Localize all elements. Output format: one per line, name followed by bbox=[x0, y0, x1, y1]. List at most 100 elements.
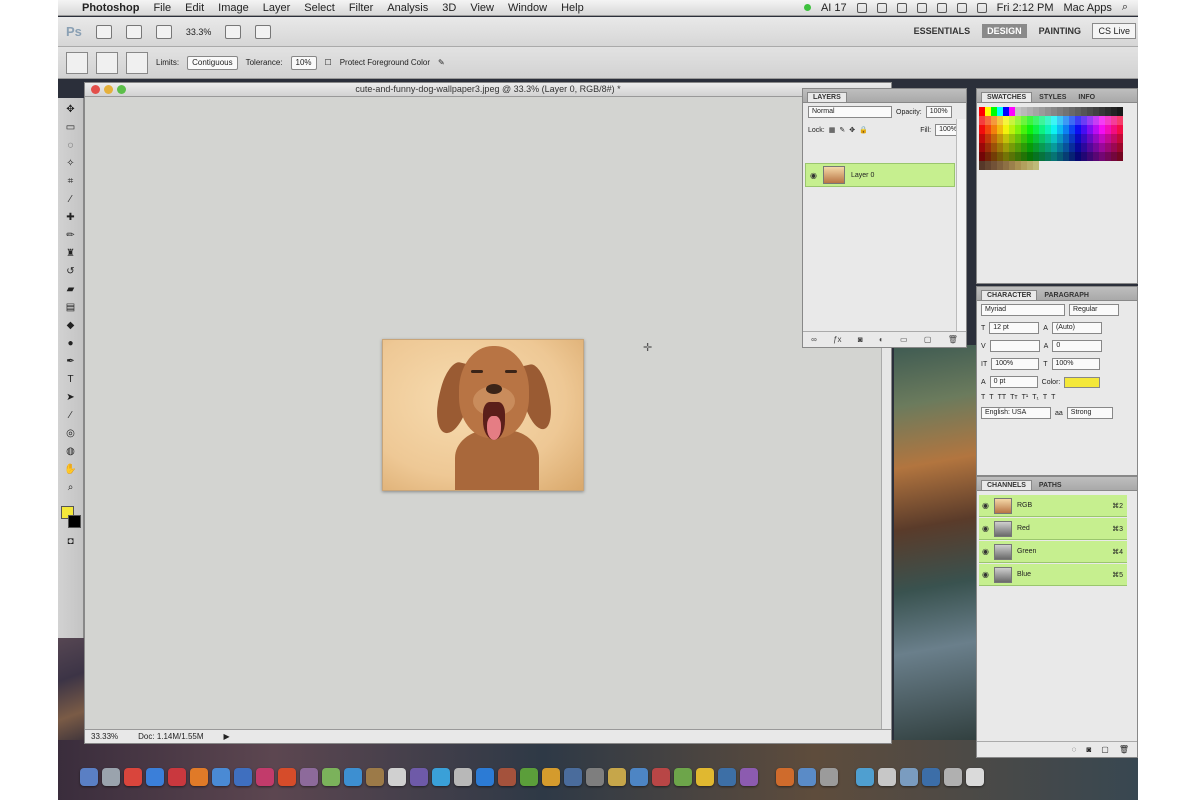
workspace-painting[interactable]: PAINTING bbox=[1039, 26, 1081, 36]
all-caps-icon[interactable]: TT bbox=[998, 394, 1007, 401]
screen-mode-button[interactable] bbox=[255, 24, 272, 39]
sampling-mode-buttons[interactable] bbox=[126, 51, 148, 74]
limits-select[interactable]: Contiguous bbox=[187, 55, 238, 70]
dock-app-icon[interactable] bbox=[564, 768, 582, 786]
dock-app-icon[interactable] bbox=[674, 768, 692, 786]
dock-app-icon[interactable] bbox=[944, 768, 962, 786]
view-extras-button[interactable] bbox=[155, 24, 172, 39]
vertical-scale-input[interactable]: 100% bbox=[991, 358, 1040, 370]
protect-foreground-checkbox[interactable]: ☐ bbox=[325, 58, 332, 67]
load-channel-selection-icon[interactable]: ◌ bbox=[1072, 745, 1077, 754]
dock-app-icon[interactable] bbox=[234, 768, 252, 786]
background-eraser-tool-icon[interactable]: ▰ bbox=[64, 284, 78, 296]
menu-help[interactable]: Help bbox=[561, 2, 584, 14]
mini-bridge-button[interactable] bbox=[125, 24, 142, 39]
blend-mode-select[interactable]: Normal bbox=[808, 106, 892, 118]
path-selection-tool-icon[interactable]: ➤ bbox=[64, 392, 78, 404]
lasso-tool-icon[interactable]: ◌ bbox=[64, 140, 78, 152]
dock-app-icon[interactable] bbox=[608, 768, 626, 786]
dock-app-icon[interactable] bbox=[168, 768, 186, 786]
channel-visibility-eye-icon[interactable]: ◉ bbox=[982, 501, 989, 510]
pen-tool-icon[interactable]: ✒ bbox=[64, 356, 78, 368]
quick-mask-icon[interactable]: ◘ bbox=[64, 536, 78, 548]
menubar-clock[interactable]: Fri 2:12 PM bbox=[997, 2, 1054, 14]
swatch-cell[interactable] bbox=[1117, 152, 1123, 161]
font-size-select[interactable]: 12 pt bbox=[989, 322, 1040, 334]
lock-image-icon[interactable]: ✎ bbox=[839, 126, 845, 134]
underline-icon[interactable]: T bbox=[1043, 394, 1047, 401]
dock-app-icon[interactable] bbox=[498, 768, 516, 786]
superscript-icon[interactable]: T¹ bbox=[1022, 394, 1029, 401]
workspace-design[interactable]: DESIGN bbox=[982, 24, 1027, 38]
menu-3d[interactable]: 3D bbox=[442, 2, 456, 14]
brush-preset-picker[interactable] bbox=[96, 51, 118, 74]
channel-row-red[interactable]: ◉ Red ⌘3 bbox=[979, 518, 1127, 540]
layers-scrollbar[interactable] bbox=[956, 119, 966, 331]
menu-layer[interactable]: Layer bbox=[263, 2, 291, 14]
dock-app-icon[interactable] bbox=[922, 768, 940, 786]
marquee-tool-icon[interactable]: ▭ bbox=[64, 122, 78, 134]
wifi-icon[interactable] bbox=[936, 2, 947, 13]
channel-row-blue[interactable]: ◉ Blue ⌘5 bbox=[979, 564, 1127, 586]
dog-photo-image[interactable] bbox=[382, 339, 584, 491]
menu-edit[interactable]: Edit bbox=[185, 2, 204, 14]
small-caps-icon[interactable]: Tᴛ bbox=[1010, 394, 1017, 401]
font-family-select[interactable]: Myriad bbox=[981, 304, 1065, 316]
tab-channels[interactable]: CHANNELS bbox=[981, 480, 1032, 490]
dock-app-icon[interactable] bbox=[102, 768, 120, 786]
channel-visibility-eye-icon[interactable]: ◉ bbox=[982, 570, 989, 579]
channel-row-rgb[interactable]: ◉ RGB ⌘2 bbox=[979, 495, 1127, 517]
dock-app-icon[interactable] bbox=[476, 768, 494, 786]
spot-healing-tool-icon[interactable]: ✚ bbox=[64, 212, 78, 224]
menu-image[interactable]: Image bbox=[218, 2, 249, 14]
dock-app-icon[interactable] bbox=[432, 768, 450, 786]
dock-app-icon[interactable] bbox=[300, 768, 318, 786]
swatch-cell[interactable] bbox=[1117, 143, 1123, 152]
new-layer-icon[interactable]: ▢ bbox=[924, 335, 932, 344]
adobe-status-label[interactable]: AI 17 bbox=[821, 2, 847, 14]
status-doc-info[interactable]: Doc: 1.14M/1.55M bbox=[138, 732, 203, 741]
blur-tool-icon[interactable]: ◆ bbox=[64, 320, 78, 332]
dock-app-icon[interactable] bbox=[696, 768, 714, 786]
arrange-documents-button[interactable] bbox=[225, 24, 242, 39]
tool-preset-picker[interactable] bbox=[66, 51, 88, 74]
tracking-select[interactable]: 0 bbox=[1052, 340, 1103, 352]
dock-app-icon[interactable] bbox=[278, 768, 296, 786]
dock-app-icon[interactable] bbox=[146, 768, 164, 786]
tab-swatches[interactable]: SWATCHES bbox=[981, 92, 1033, 102]
dock-app-icon[interactable] bbox=[718, 768, 736, 786]
dock-app-icon[interactable] bbox=[454, 768, 472, 786]
save-selection-channel-icon[interactable]: ◙ bbox=[1086, 745, 1091, 754]
dock-app-icon[interactable] bbox=[878, 768, 896, 786]
strikethrough-icon[interactable]: T bbox=[1051, 394, 1055, 401]
kerning-select[interactable] bbox=[989, 340, 1040, 352]
volume-icon[interactable] bbox=[956, 2, 967, 13]
anti-alias-select[interactable]: Strong bbox=[1066, 407, 1113, 419]
minimize-icon[interactable] bbox=[104, 85, 113, 94]
lock-transparency-icon[interactable]: ▦ bbox=[829, 126, 836, 134]
zoom-level-select[interactable]: 33.3% bbox=[186, 27, 212, 37]
dock-app-icon[interactable] bbox=[740, 768, 758, 786]
dock-app-icon[interactable] bbox=[344, 768, 362, 786]
channel-visibility-eye-icon[interactable]: ◉ bbox=[982, 524, 989, 533]
opacity-input[interactable]: 100% bbox=[925, 106, 952, 118]
battery-icon[interactable] bbox=[976, 2, 987, 13]
status-zoom-field[interactable]: 33.33% bbox=[91, 732, 118, 741]
dock-app-icon[interactable] bbox=[586, 768, 604, 786]
font-style-select[interactable]: Regular bbox=[1069, 304, 1119, 316]
dock-app-icon[interactable] bbox=[966, 768, 984, 786]
eyedropper-tool-icon[interactable]: ⁄ bbox=[64, 194, 78, 206]
tab-paragraph[interactable]: PARAGRAPH bbox=[1039, 291, 1094, 300]
tab-character[interactable]: CHARACTER bbox=[981, 290, 1038, 300]
type-tool-icon[interactable]: T bbox=[64, 374, 78, 386]
menubar-user[interactable]: Mac Apps bbox=[1064, 2, 1112, 14]
shape-tool-icon[interactable]: ∕ bbox=[64, 410, 78, 422]
dock-app-icon[interactable] bbox=[80, 768, 98, 786]
spotlight-icon[interactable]: ⌕ bbox=[1122, 1, 1128, 14]
clone-stamp-tool-icon[interactable]: ♜ bbox=[64, 248, 78, 260]
layer-style-icon[interactable]: ƒx bbox=[833, 335, 841, 344]
delete-layer-icon[interactable]: 🗑 bbox=[948, 335, 958, 344]
dock-app-icon[interactable] bbox=[652, 768, 670, 786]
brush-tool-icon[interactable]: ✏ bbox=[64, 230, 78, 242]
dock-app-icon[interactable] bbox=[322, 768, 340, 786]
